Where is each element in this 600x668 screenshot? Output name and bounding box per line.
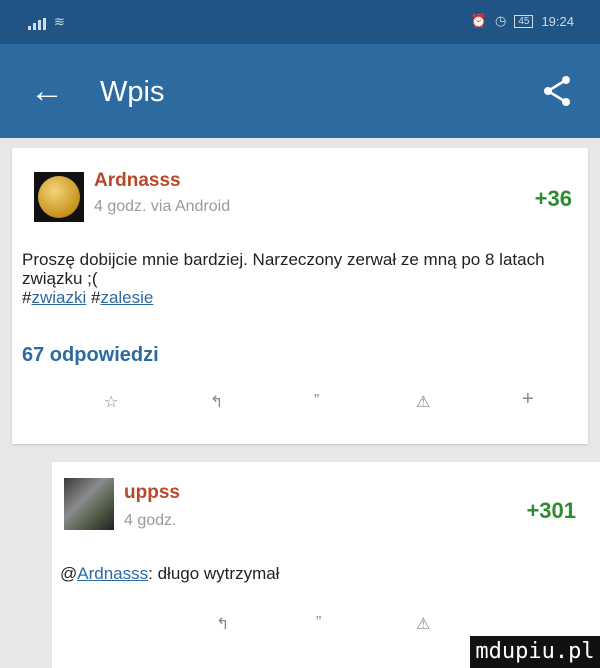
avatar[interactable] xyxy=(34,172,84,222)
battery-icon: 45 xyxy=(514,14,534,28)
post-body: Proszę dobijcie mnie bardziej. Narzeczon… xyxy=(22,250,578,307)
reply-icon[interactable]: ↰ xyxy=(216,614,229,634)
reply-icon[interactable]: ↰ xyxy=(210,392,223,412)
comment-author[interactable]: uppss xyxy=(124,482,180,504)
comment-meta: 4 godz. xyxy=(124,512,177,529)
arrow-left-icon[interactable]: ← xyxy=(30,74,64,108)
star-icon[interactable]: ☆ xyxy=(104,392,118,412)
app-bar: ← Wpis xyxy=(0,44,600,138)
tag-zalesie[interactable]: zalesie xyxy=(100,288,153,307)
signal-icon xyxy=(28,18,46,30)
status-time: 19:24 xyxy=(541,13,574,29)
replies-link[interactable]: 67 odpowiedzi xyxy=(22,344,159,367)
tag-zwiazki[interactable]: zwiazki xyxy=(31,288,86,307)
post-score[interactable]: +36 xyxy=(535,186,572,212)
quote-icon[interactable]: ” xyxy=(316,614,321,632)
at-symbol: @ xyxy=(60,564,78,583)
hash-symbol: # xyxy=(86,288,101,307)
post-text: Proszę dobijcie mnie bardziej. Narzeczon… xyxy=(22,250,545,288)
report-icon[interactable]: ⚠ xyxy=(416,614,430,634)
wifi-icon: ≋ xyxy=(54,14,65,29)
post-meta: 4 godz. via Android xyxy=(94,198,231,215)
comment-score[interactable]: +301 xyxy=(526,498,576,524)
post-card: Ardnasss 4 godz. via Android +36 Proszę … xyxy=(12,148,588,444)
plus-icon[interactable]: + xyxy=(522,388,534,411)
watermark: mdupiu.pl xyxy=(470,636,600,668)
share-icon[interactable] xyxy=(540,74,574,108)
comment-body: @Ardnasss: długo wytrzymał xyxy=(60,564,279,584)
status-left: ≋ xyxy=(28,14,65,30)
post-author[interactable]: Ardnasss xyxy=(94,170,181,192)
comment-text: : długo wytrzymał xyxy=(148,564,280,583)
avatar[interactable] xyxy=(64,478,114,530)
page-title: Wpis xyxy=(100,76,165,108)
quote-icon[interactable]: ” xyxy=(314,392,319,410)
status-bar: ≋ ⏰ ◷ 45 19:24 xyxy=(0,0,600,44)
alarm-icon: ⏰ xyxy=(470,13,487,28)
clock-icon: ◷ xyxy=(494,13,507,28)
report-icon[interactable]: ⚠ xyxy=(416,392,430,412)
mention-link[interactable]: Ardnasss xyxy=(77,564,148,583)
status-right: ⏰ ◷ 45 19:24 xyxy=(471,13,574,29)
